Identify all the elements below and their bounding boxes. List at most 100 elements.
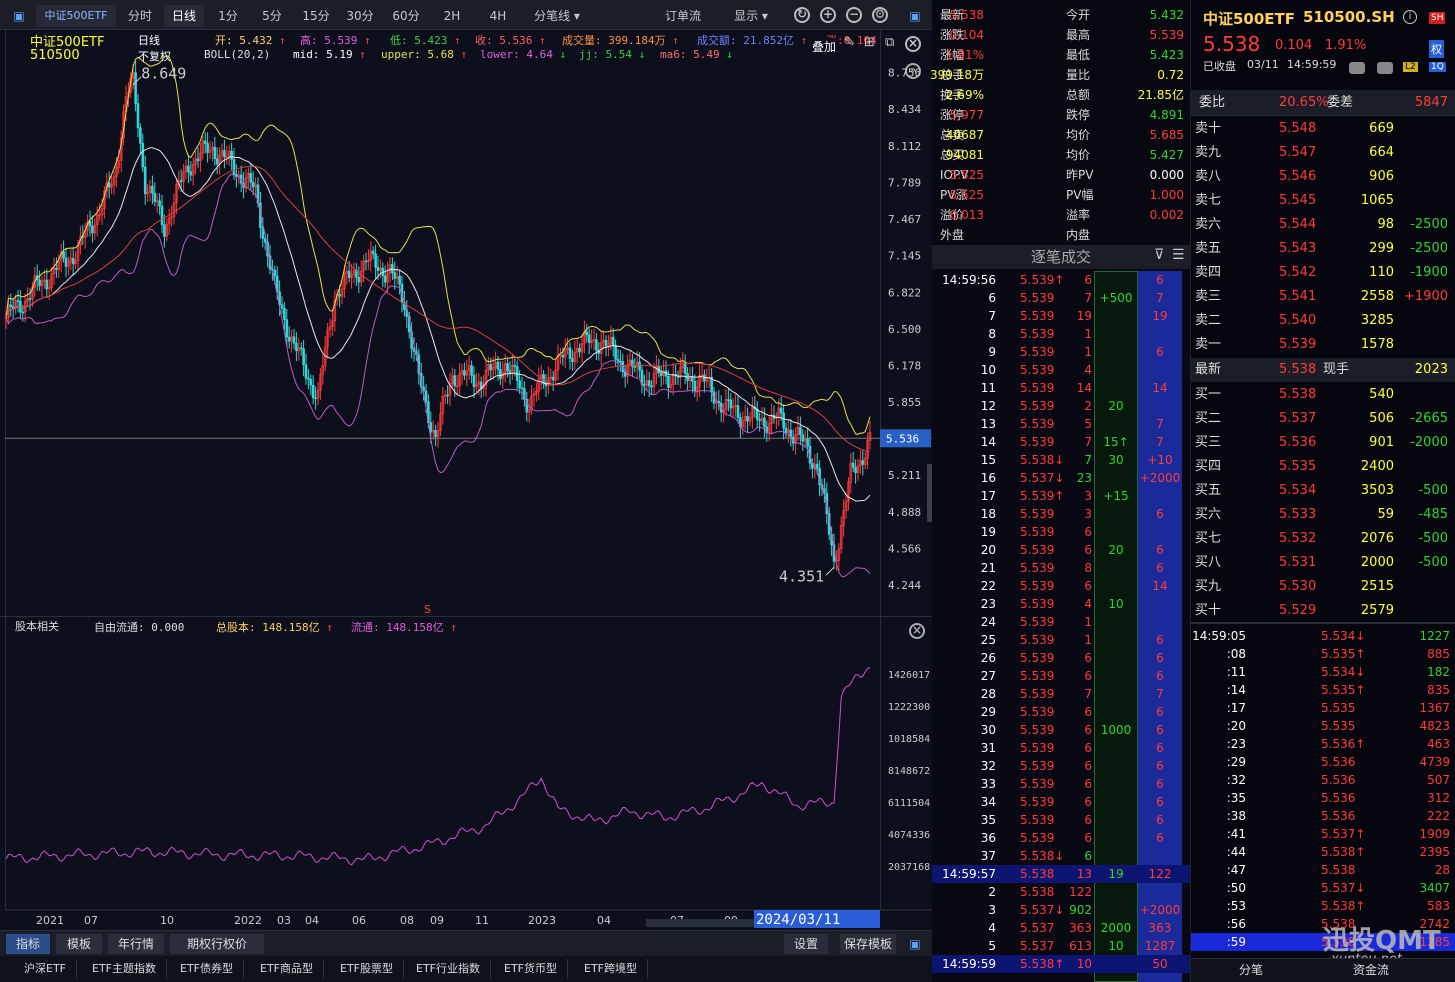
- ob-level-row[interactable]: 卖十 5.548 669: [1191, 117, 1455, 141]
- etf-type-tab-3[interactable]: ETF商品型: [250, 959, 324, 979]
- candle-body: [160, 205, 164, 226]
- ob-level-volume: 506: [1369, 411, 1394, 426]
- candle-body: [429, 422, 433, 433]
- candle-body: [163, 224, 166, 237]
- etf-type-tab-4[interactable]: ETF股票型: [330, 959, 404, 979]
- tab-6[interactable]: 60分: [386, 5, 426, 27]
- ob-level-row[interactable]: 买二 5.537 506 -2665: [1191, 407, 1455, 431]
- tick-sell-value: 6: [1156, 759, 1164, 773]
- order-flow-button[interactable]: 订单流: [656, 5, 710, 27]
- tick-volume: 6: [1084, 741, 1092, 755]
- ob-time: 14:59:59: [1287, 58, 1337, 71]
- refresh-icon[interactable]: ↻: [794, 7, 810, 23]
- tick-volume: 3: [1084, 489, 1092, 503]
- tab-3[interactable]: 5分: [252, 5, 292, 27]
- etf-type-tab-1[interactable]: ETF主题指数: [82, 959, 167, 979]
- bottom-tab-3[interactable]: 期权行权价: [170, 934, 264, 954]
- tick-sell-value: 363: [1148, 921, 1172, 935]
- zoom-out-icon[interactable]: −: [846, 7, 862, 23]
- tab-0[interactable]: 分时: [120, 5, 160, 27]
- tick-block-value: 15↑: [1103, 435, 1129, 449]
- ob-level-row[interactable]: 买五 5.534 3503 -500: [1191, 479, 1455, 503]
- ob-level-row[interactable]: 买四 5.535 2400: [1191, 455, 1455, 479]
- minute-tick-row: :38 5.536 222: [1191, 807, 1455, 825]
- ob-level-row[interactable]: 卖四 5.542 110 -1900: [1191, 261, 1455, 285]
- tab-4[interactable]: 15分: [296, 5, 336, 27]
- tab-8[interactable]: 4H: [478, 5, 518, 27]
- filter-icon[interactable]: ⊽: [1154, 247, 1164, 263]
- split-line-dropdown[interactable]: 分笔线 ▾: [522, 5, 592, 27]
- ob-level-row[interactable]: 卖二 5.540 3285: [1191, 309, 1455, 333]
- etf-type-tab-0[interactable]: 沪深ETF: [14, 959, 77, 979]
- ob-level-row[interactable]: 买九 5.530 2515: [1191, 575, 1455, 599]
- ob-level-volume: 3285: [1360, 313, 1394, 328]
- ob-level-row[interactable]: 卖七 5.545 1065: [1191, 189, 1455, 213]
- ob-level-row[interactable]: 买六 5.533 59 -485: [1191, 503, 1455, 527]
- bottom-tab-5[interactable]: 保存模板: [840, 934, 896, 954]
- tick-volume: 6: [1084, 705, 1092, 719]
- bottom-tab-0[interactable]: 指标: [6, 934, 50, 954]
- ob-level-row[interactable]: 卖一 5.539 1578: [1191, 333, 1455, 357]
- display-dropdown[interactable]: 显示 ▾: [724, 5, 778, 27]
- minute-tick-row: 14:59:05 5.534↓ 1227: [1191, 627, 1455, 645]
- sub-y-tick-label: 1426017: [888, 670, 930, 681]
- minute-tick-volume: 28: [1434, 863, 1450, 877]
- candle-body: [693, 381, 697, 392]
- ob-level-delta: -2500: [1410, 217, 1448, 232]
- ob-level-row[interactable]: 买十 5.529 2579: [1191, 599, 1455, 623]
- kline-chart[interactable]: 8.7568.4348.1127.7897.4677.1456.8226.500…: [0, 30, 932, 930]
- ob-level-row[interactable]: 卖五 5.543 299 -2500: [1191, 237, 1455, 261]
- candle-body: [691, 377, 694, 382]
- tab-5[interactable]: 30分: [340, 5, 380, 27]
- etf-type-tab-5[interactable]: ETF行业指数: [406, 959, 491, 979]
- ob-level-row[interactable]: 买七 5.532 2076 -500: [1191, 527, 1455, 551]
- etf-type-tab-7[interactable]: ETF跨境型: [574, 959, 648, 979]
- ob-level-row[interactable]: 卖六 5.544 98 -2500: [1191, 213, 1455, 237]
- candle-body: [861, 460, 865, 465]
- tab-1[interactable]: 日线: [164, 5, 204, 27]
- minute-tick-row: :11 5.534↓ 182: [1191, 663, 1455, 681]
- app-window: ▣ 中证500ETF 分笔线 ▾ 订单流 显示 ▾ ↻ + − ⚙ ▣ 分时 日线…: [0, 0, 1455, 982]
- ob-level-label: 卖三: [1195, 289, 1222, 304]
- etf-type-tab-2[interactable]: ETF债券型: [170, 959, 244, 979]
- tick-time: 17: [980, 489, 996, 503]
- y-tick-label: 7.145: [888, 250, 921, 263]
- quote-row: 总手 399.18万 量比 0.72: [930, 65, 1190, 85]
- ob-level-row[interactable]: 买八 5.531 2000 -500: [1191, 551, 1455, 575]
- tab-2[interactable]: 1分: [208, 5, 248, 27]
- bottom-tab-4[interactable]: 设置: [784, 934, 828, 954]
- tick-time: 14:59:59: [942, 957, 996, 971]
- info-icon[interactable]: i: [1403, 10, 1417, 24]
- settings-icon[interactable]: ⚙: [872, 7, 888, 23]
- ob-level-row[interactable]: 卖三 5.541 2558 +1900: [1191, 285, 1455, 309]
- ob-bottom-tab-1[interactable]: 资金流: [1341, 961, 1401, 978]
- chat-icon[interactable]: [1349, 62, 1365, 74]
- minute-tick-volume: 1227: [1419, 629, 1450, 643]
- weibi-value: 20.65%: [1279, 95, 1329, 110]
- 1q-badge-icon[interactable]: 1Q: [1429, 62, 1446, 72]
- close-sub-chart-icon[interactable]: ×: [909, 623, 925, 639]
- bottom-tab-2[interactable]: 年行情: [108, 934, 164, 954]
- bottom-tab-1[interactable]: 模板: [56, 934, 102, 954]
- tick-sell-value: 6: [1156, 345, 1164, 359]
- tick-volume: 6: [1084, 579, 1092, 593]
- ob-level-row[interactable]: 买一 5.538 540: [1191, 383, 1455, 407]
- security-selector[interactable]: 中证500ETF: [36, 5, 116, 27]
- panel-toggle-icon[interactable]: ▣: [905, 934, 925, 954]
- tick-price: 5.539: [1020, 579, 1055, 593]
- tab-7[interactable]: 2H: [432, 5, 472, 27]
- tick-price: 5.539: [1020, 741, 1055, 755]
- candle-body: [472, 374, 476, 388]
- quan-badge-icon[interactable]: 权: [1429, 40, 1444, 58]
- menu-icon[interactable]: ☰: [1172, 247, 1185, 263]
- tick-price: 5.539: [1020, 363, 1055, 377]
- alert-icon[interactable]: [1377, 62, 1393, 74]
- zoom-in-icon[interactable]: +: [820, 7, 836, 23]
- etf-type-tab-6[interactable]: ETF货币型: [494, 959, 568, 979]
- l2-badge-icon[interactable]: L2: [1403, 62, 1418, 72]
- ob-level-row[interactable]: 卖九 5.547 664: [1191, 141, 1455, 165]
- ob-level-row[interactable]: 卖八 5.546 906: [1191, 165, 1455, 189]
- ob-bottom-tab-0[interactable]: 分笔: [1221, 961, 1281, 978]
- ob-level-row[interactable]: 买三 5.536 901 -2000: [1191, 431, 1455, 455]
- sidebar-toggle-icon[interactable]: ▣: [8, 5, 30, 27]
